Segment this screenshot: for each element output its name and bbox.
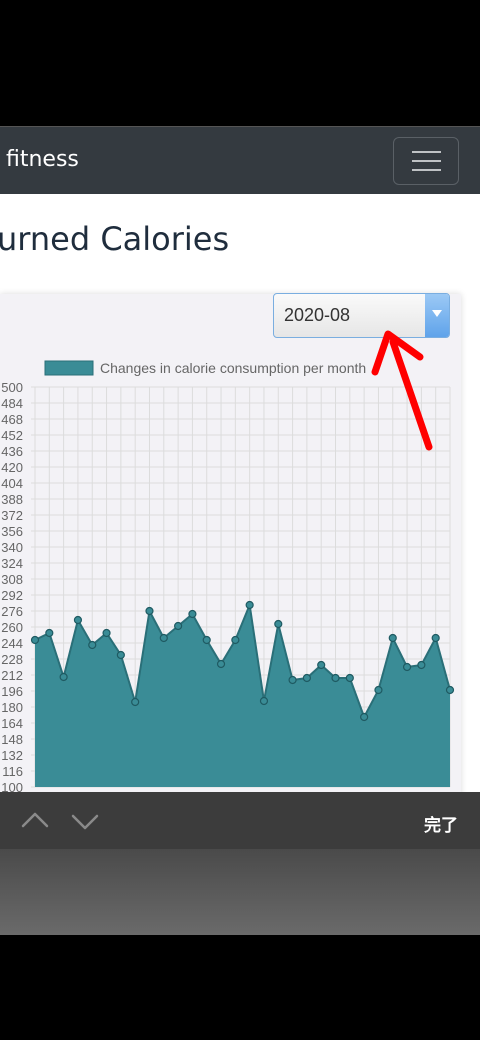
legend-label: Changes in calorie consumption per month	[100, 360, 366, 376]
data-point[interactable]	[216, 659, 226, 669]
data-point[interactable]	[116, 650, 125, 660]
data-point[interactable]	[345, 673, 354, 683]
data-point[interactable]	[88, 640, 97, 650]
y-tick-label: 148	[1, 732, 23, 747]
y-tick-label: 196	[1, 684, 23, 699]
y-tick-label: 404	[1, 476, 23, 491]
data-point[interactable]	[159, 633, 168, 643]
data-point[interactable]	[73, 615, 83, 625]
data-point[interactable]	[245, 600, 254, 610]
y-tick-label: 420	[1, 460, 23, 475]
y-tick-label: 372	[1, 508, 23, 523]
y-tick-label: 276	[1, 604, 23, 619]
y-tick-label: 260	[1, 620, 23, 635]
chevron-down-icon[interactable]	[70, 806, 100, 836]
data-point[interactable]	[431, 633, 440, 643]
y-tick-label: 100	[1, 780, 23, 792]
data-point[interactable]	[331, 673, 340, 683]
brand-title[interactable]: fitness	[6, 147, 79, 172]
month-select-value: 2020-08	[284, 305, 351, 325]
data-point[interactable]	[59, 672, 68, 682]
month-select[interactable]: 2020-08	[273, 293, 450, 338]
data-point[interactable]	[402, 662, 412, 672]
y-tick-label: 388	[1, 492, 23, 507]
data-point[interactable]	[45, 628, 54, 638]
navbar: fitness	[0, 126, 480, 194]
y-tick-label: 244	[1, 636, 23, 651]
data-point[interactable]	[202, 635, 211, 645]
y-tick-label: 324	[1, 556, 23, 571]
keyboard-area	[0, 849, 480, 935]
data-point[interactable]	[30, 635, 40, 645]
y-tick-label: 164	[1, 716, 23, 731]
data-point[interactable]	[102, 628, 111, 638]
y-tick-label: 228	[1, 652, 23, 667]
data-point[interactable]	[445, 685, 455, 695]
y-axis-ticks: 5004844684524364204043883723563403243082…	[1, 380, 23, 792]
hamburger-menu-icon-bar	[412, 160, 441, 162]
data-point[interactable]	[360, 712, 369, 722]
y-tick-label: 500	[1, 380, 23, 395]
y-tick-label: 132	[1, 748, 23, 763]
main-content: urned Calories 500 484 468 452 436 420 404 388 3…	[0, 194, 480, 792]
data-point[interactable]	[145, 606, 154, 616]
keyboard-toolbar: 完了	[0, 792, 480, 849]
y-tick-label: 308	[1, 572, 23, 587]
data-point[interactable]	[288, 675, 297, 685]
select-dropdown-button[interactable]	[425, 294, 449, 337]
data-point[interactable]	[188, 609, 197, 619]
hamburger-menu-button[interactable]	[393, 137, 459, 185]
data-point[interactable]	[302, 673, 311, 683]
y-tick-label: 436	[1, 444, 23, 459]
y-tick-label: 484	[1, 396, 23, 411]
hamburger-menu-icon	[412, 151, 441, 153]
y-tick-label: 340	[1, 540, 23, 555]
y-tick-label: 292	[1, 588, 23, 603]
calorie-chart: 5004844684524364204043883723563403243082…	[1, 360, 455, 792]
data-point[interactable]	[131, 697, 140, 707]
y-tick-label: 468	[1, 412, 23, 427]
y-tick-label: 116	[2, 764, 23, 779]
data-point[interactable]	[374, 685, 383, 695]
data-point[interactable]	[174, 621, 183, 631]
done-button[interactable]: 完了	[424, 811, 458, 836]
data-point[interactable]	[231, 635, 240, 645]
chevron-up-icon[interactable]	[20, 806, 50, 836]
data-point[interactable]	[317, 660, 326, 670]
y-tick-label: 212	[1, 668, 23, 683]
data-point[interactable]	[259, 696, 269, 706]
chevron-down-icon	[432, 310, 442, 317]
calorie-area	[35, 605, 450, 787]
y-tick-label: 452	[1, 428, 23, 443]
y-tick-label: 180	[1, 700, 23, 715]
hamburger-menu-icon-bar	[412, 169, 441, 171]
y-tick-label: 356	[1, 524, 23, 539]
data-point[interactable]	[388, 633, 397, 643]
data-point[interactable]	[274, 619, 283, 629]
legend-swatch	[44, 360, 94, 376]
data-point[interactable]	[417, 660, 426, 670]
